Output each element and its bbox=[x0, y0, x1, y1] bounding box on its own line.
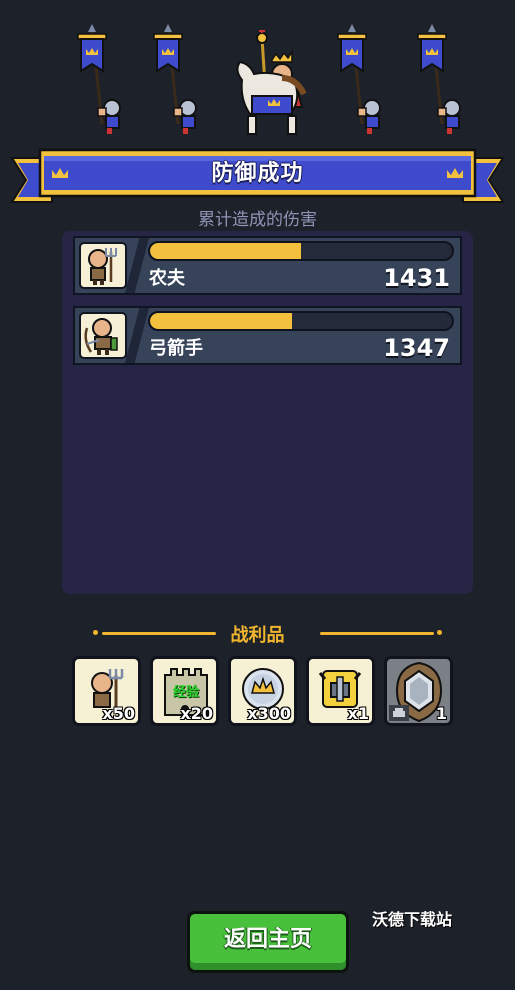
loot-divider-right bbox=[320, 632, 434, 635]
watermark: 沃德下载站 bbox=[372, 910, 453, 929]
damage-bar-fill bbox=[150, 243, 301, 259]
damage-subtitle: 累计造成的伤害 bbox=[198, 210, 317, 230]
damage-bar bbox=[148, 311, 454, 331]
king-on-horse-icon bbox=[236, 30, 307, 135]
loot-item-exp[interactable]: 经验 x20 bbox=[150, 656, 219, 726]
archer-icon bbox=[84, 318, 118, 355]
unit-row-farmer: 农夫 1431 bbox=[73, 236, 462, 295]
loot-count: x20 bbox=[180, 704, 213, 723]
farmer-portrait bbox=[79, 242, 127, 289]
unit-row-archer: 弓箭手 1347 bbox=[73, 306, 462, 365]
exp-label: 经验 bbox=[173, 685, 200, 700]
damage-bar-fill bbox=[150, 313, 292, 329]
unit-damage-value: 1347 bbox=[383, 334, 450, 362]
loot-count: x300 bbox=[247, 704, 291, 723]
loot-count: x50 bbox=[102, 704, 135, 723]
unit-name: 弓箭手 bbox=[149, 338, 203, 359]
loot-item-gem-shield[interactable]: 1 bbox=[384, 656, 453, 726]
loot-count: x1 bbox=[347, 704, 369, 723]
archer-portrait bbox=[79, 312, 127, 359]
loot-count: 1 bbox=[435, 704, 447, 723]
return-home-button[interactable]: 返回主页 bbox=[187, 911, 349, 973]
loot-item-crown-coin[interactable]: x300 bbox=[228, 656, 297, 726]
loot-item-farmer[interactable]: x50 bbox=[72, 656, 141, 726]
unit-damage-value: 1431 bbox=[383, 264, 450, 292]
unit-name: 农夫 bbox=[149, 268, 185, 289]
loot-item-helmet[interactable]: x1 bbox=[306, 656, 375, 726]
banner-guard-icon bbox=[337, 24, 381, 134]
farmer-icon bbox=[88, 248, 117, 285]
loot-divider-dot bbox=[437, 630, 442, 635]
banner-guard-icon bbox=[77, 24, 121, 134]
page-title: 防御成功 bbox=[211, 161, 304, 186]
damage-bar bbox=[148, 241, 454, 261]
banner-guard-icon bbox=[153, 24, 197, 134]
victory-scene bbox=[0, 0, 515, 145]
banner-guard-icon bbox=[417, 24, 461, 134]
